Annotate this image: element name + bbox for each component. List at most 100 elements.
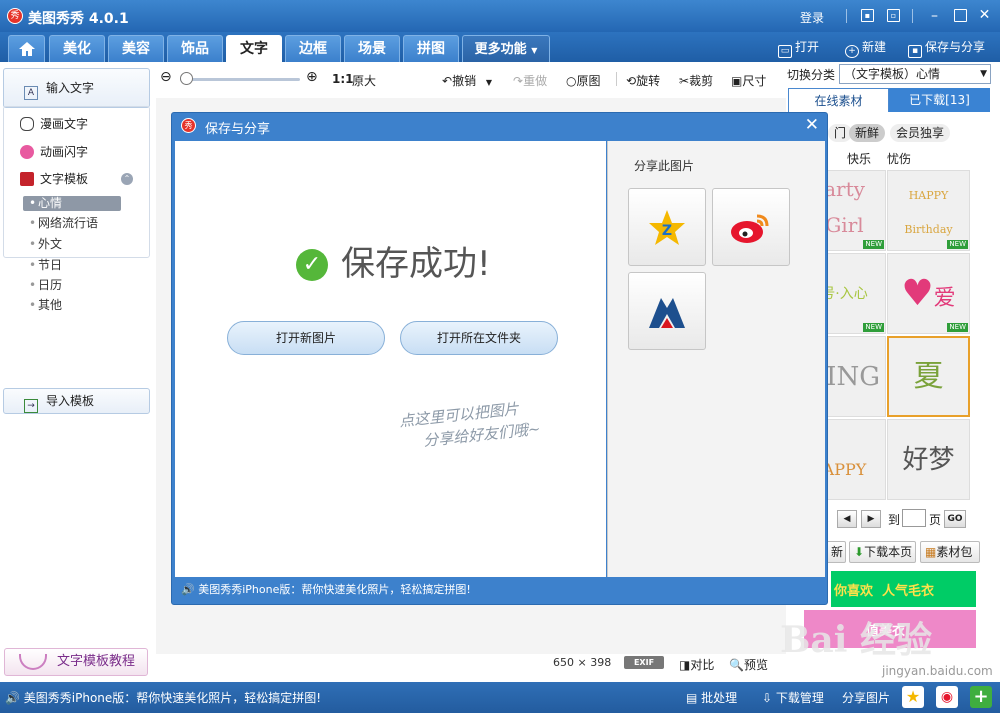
tab-frame[interactable]: 边框 [285,35,341,62]
dialog-close-icon[interactable]: ✕ [805,116,819,134]
tab-decorations[interactable]: 饰品 [167,35,223,62]
filter-fresh[interactable]: 新鲜 [849,124,886,142]
mood-tag-happy[interactable]: 快乐 [847,150,871,167]
new-label: 新建 [862,40,887,54]
download-page-button[interactable]: ⬇下载本页 [849,541,916,563]
prev-page-button[interactable]: ◀ [837,510,857,528]
mood-tag-sad[interactable]: 忧伤 [887,150,911,167]
original-label: 原图 [576,74,601,88]
save-share-button[interactable]: ▪ 保存与分享 [908,38,985,58]
compare-button[interactable]: ◨对比 [679,656,714,673]
app-logo-icon: 秀 [181,118,196,133]
tab-text[interactable]: 文字 [226,35,282,62]
undo-button[interactable]: ↶撤销 ▼ [442,72,492,89]
batch-process-button[interactable]: ▤ 批处理 [686,689,737,706]
original-size-button[interactable]: 原大 [352,72,376,89]
tab-online-material[interactable]: 在线素材 [788,88,889,112]
resize-button[interactable]: ▣尺寸 [731,72,766,89]
close-icon[interactable]: ✕ [978,8,991,22]
template-thumbnail[interactable]: HAPPY Birthday NEW [887,170,970,251]
thumbnail-text: arty Girl [824,177,865,237]
renren-icon [649,298,685,328]
minimize-icon[interactable]: – [928,9,941,23]
zoom-out-icon[interactable]: ⊖ [160,69,172,85]
tutorial-hand-icon [19,654,47,670]
tutorial-label: 文字模板教程 [57,654,136,669]
rotate-button[interactable]: ⟲旋转 [626,72,660,89]
new-button[interactable]: + 新建 [845,38,886,58]
template-tutorial-button[interactable]: 文字模板教程 [4,648,148,676]
share-renren-button[interactable] [628,272,706,350]
template-thumbnail[interactable]: 好梦 [887,419,970,500]
save-share-label: 保存与分享 [925,40,986,54]
download-manager-label: 下载管理 [775,691,824,705]
dropdown-arrow-icon: ▼ [531,46,538,55]
tab-scene[interactable]: 场景 [344,35,400,62]
exif-button[interactable]: EXIF [624,656,664,669]
promo-banner[interactable]: 你喜欢 人气毛衣 [831,571,976,607]
template-item-holiday[interactable]: 节日 [23,258,121,273]
skin-icon[interactable]: ▫ [887,9,900,22]
success-check-icon: ✓ [296,249,328,281]
chevron-down-icon: ▼ [980,69,987,79]
download-manager-button[interactable]: ⇩ 下载管理 [762,689,824,706]
tab-collage[interactable]: 拼图 [403,35,459,62]
zoom-slider-handle[interactable] [180,72,193,85]
template-thumbnail-selected[interactable]: 夏 [887,336,970,417]
tab-more-features[interactable]: 更多功能 ▼ [462,35,550,62]
zoom-ratio[interactable]: 1:1 [332,72,354,86]
divider [846,9,847,23]
open-new-image-button[interactable]: 打开新图片 [227,321,385,355]
category-select[interactable]: （文字模板）心情 ▼ [839,64,991,84]
tab-home[interactable] [8,35,45,62]
tab-beauty[interactable]: 美容 [108,35,164,62]
text-template-header[interactable]: 文字模板 [20,171,88,187]
new-badge: NEW [863,323,884,332]
thumbnail-text: 好梦 [902,445,955,475]
share-qzone-button[interactable]: Z [628,188,706,266]
add-share-icon[interactable]: + [970,686,992,708]
template-item-foreign[interactable]: 外文 [23,237,121,252]
share-weibo-button[interactable] [712,188,790,266]
template-item-calendar[interactable]: 日历 [23,278,121,293]
refresh-button[interactable]: 新 [826,541,846,563]
input-text-button[interactable]: A 输入文字 [3,68,150,108]
new-badge: NEW [947,240,968,249]
zoom-in-icon[interactable]: ⊕ [306,69,318,85]
dialog-status-bar: 🔊 美图秀秀iPhone版：帮你快速美化照片，轻松搞定拼图! [175,579,824,601]
undo-dropdown-icon[interactable]: ▼ [486,78,492,87]
share-image-button[interactable]: 分享图片 [842,689,890,706]
open-button[interactable]: ▭ 打开 [778,38,819,58]
preview-button[interactable]: 🔍预览 [729,656,768,673]
page-number-input[interactable] [902,509,926,527]
message-icon[interactable]: ▪ [861,9,874,22]
next-page-button[interactable]: ▶ [861,510,881,528]
template-item-mood[interactable]: 心情 [23,196,121,211]
zoom-slider[interactable] [180,78,300,81]
original-image-button[interactable]: ○原图 [566,72,601,89]
template-item-other[interactable]: 其他 [23,298,121,313]
redo-button[interactable]: ↷重做 [513,72,547,89]
go-button[interactable]: GO [944,510,966,528]
collapse-icon[interactable]: ⌃ [121,173,133,185]
qzone-share-icon[interactable]: ★ [902,686,924,708]
crop-button[interactable]: ✂裁剪 [679,72,713,89]
material-pack-label: 素材包 [936,545,973,559]
import-template-button[interactable]: → 导入模板 [3,388,150,414]
new-badge: NEW [947,323,968,332]
maximize-icon[interactable] [954,9,967,22]
tab-downloaded[interactable]: 已下载[13] [889,88,990,112]
image-width: 650 [553,656,574,669]
home-icon [18,42,35,56]
weibo-share-icon[interactable]: ◉ [936,686,958,708]
material-pack-button[interactable]: ▦素材包 [920,541,980,563]
open-folder-button[interactable]: 打开所在文件夹 [400,321,558,355]
watermark-url: jingyan.baidu.com [882,664,993,678]
login-link[interactable]: 登录 [800,9,824,26]
filter-member-only[interactable]: 会员独享 [890,124,951,142]
undo-icon: ↶ [442,74,453,88]
tab-beautify[interactable]: 美化 [49,35,105,62]
template-item-internet-slang[interactable]: 网络流行语 [23,216,121,231]
template-thumbnail[interactable]: ♥爱 NEW [887,253,970,334]
import-icon: → [24,399,38,413]
